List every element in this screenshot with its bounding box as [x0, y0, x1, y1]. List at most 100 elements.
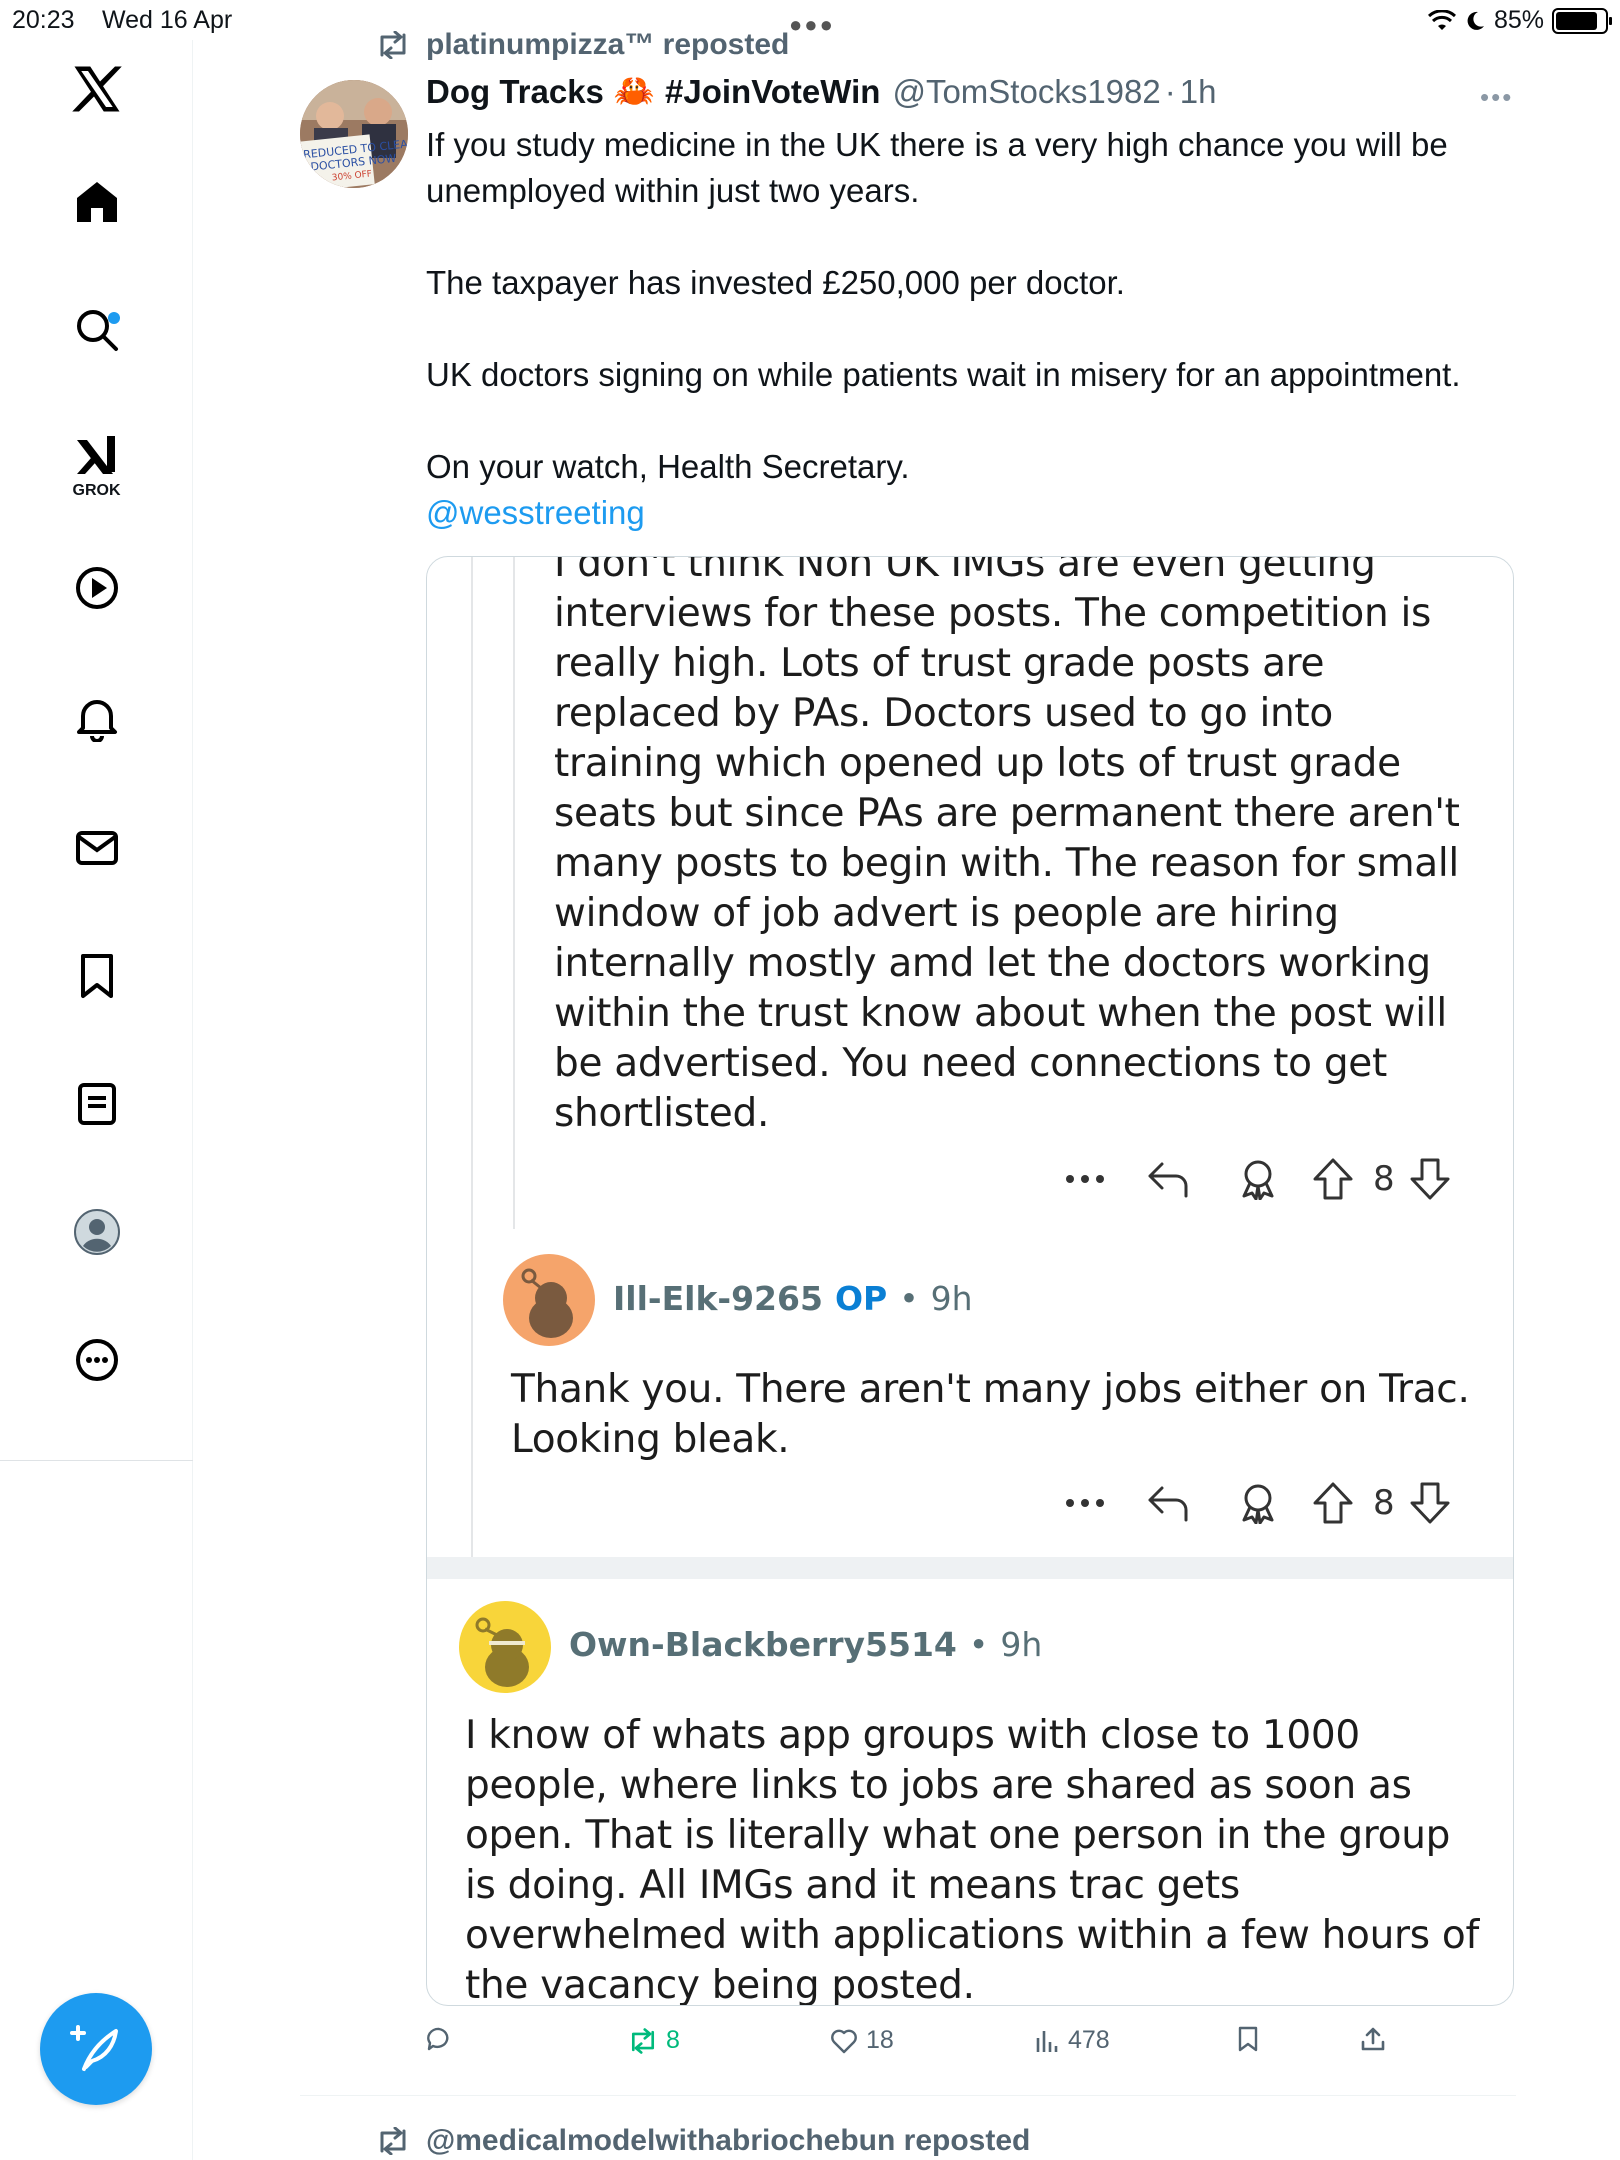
notifications-icon [76, 700, 117, 742]
thread-line [471, 557, 473, 1557]
battery-percent: 85% [1493, 6, 1544, 34]
author-emoji: 🦀 [613, 72, 656, 109]
comment-line: overwhelmed with applications within a f… [465, 1913, 1479, 1958]
comment-line: really high. Lots of trust grade posts a… [554, 641, 1325, 686]
embedded-image[interactable]: I don't think Non UK IMGs are even getti… [426, 556, 1514, 2006]
mention-link[interactable]: @wesstreeting [426, 490, 1526, 536]
sidebar-item-lists[interactable] [0, 1080, 193, 1128]
grok-icon [76, 436, 115, 474]
downvote-icon[interactable] [1405, 1481, 1455, 1525]
repost-button[interactable]: 8 [628, 2026, 680, 2055]
comment-divider [427, 1557, 1513, 1579]
separator: • [968, 1625, 989, 1664]
comment3-username[interactable]: Own-Blackberry5514 [569, 1625, 957, 1664]
video-icon [75, 567, 118, 609]
more-icon [75, 1339, 118, 1381]
sidebar-item-messages[interactable] [0, 824, 193, 872]
status-indicators: 85% [1427, 6, 1612, 35]
bookmarks-icon [80, 954, 113, 998]
compose-post-button[interactable] [40, 1993, 152, 2105]
comment-line: I don't think Non UK IMGs are even getti… [554, 556, 1376, 586]
reddit-avatar[interactable] [503, 1254, 595, 1346]
comment3-time: 9h [1000, 1625, 1043, 1664]
grok-label: GROK [72, 482, 121, 499]
thread-line [513, 557, 515, 1229]
repost-icon [631, 2027, 655, 2054]
reddit-avatar[interactable] [459, 1601, 551, 1693]
author-tag[interactable]: #JoinVoteWin [665, 73, 880, 111]
like-count: 18 [866, 2026, 894, 2054]
tweet-text-spacer [426, 398, 1526, 444]
tweet-text-spacer [426, 214, 1526, 260]
award-icon[interactable] [1213, 1158, 1303, 1200]
award-icon[interactable] [1213, 1482, 1303, 1524]
share-icon [1361, 2027, 1385, 2051]
comment3-user: Own-Blackberry5514 • 9h [569, 1625, 1042, 1664]
heart-icon [831, 2029, 857, 2053]
tweet-time[interactable]: 1h [1180, 73, 1217, 111]
repost-icon [380, 2127, 406, 2155]
multitasking-dots-icon[interactable]: ●●● [789, 12, 835, 38]
tweet-text-line: unemployed within just two years. [426, 172, 920, 209]
vote-count: 8 [1373, 1159, 1395, 1199]
author-name[interactable]: Dog Tracks [426, 73, 604, 111]
messages-icon [75, 831, 118, 865]
reply-arrow-icon[interactable] [1123, 1160, 1213, 1198]
downvote-icon[interactable] [1405, 1157, 1455, 1201]
comment-line: the vacancy being posted. [465, 1963, 975, 2006]
views-icon [1036, 2030, 1058, 2052]
sidebar-item-profile[interactable] [0, 1208, 193, 1256]
sidebar-nav: GROK [0, 40, 193, 2160]
views-button[interactable]: 478 [1034, 2026, 1110, 2055]
comment-line: many posts to begin with. The reason for… [554, 841, 1459, 886]
tweet-text-line: On your watch, Health Secretary. [426, 448, 910, 485]
bookmark-icon [1238, 2026, 1258, 2052]
like-button[interactable]: 18 [830, 2026, 894, 2055]
views-count: 478 [1068, 2026, 1110, 2054]
comment-line: interviews for these posts. The competit… [554, 591, 1432, 636]
reply-button[interactable] [426, 2026, 460, 2052]
lists-icon [77, 1083, 116, 1125]
author-handle[interactable]: @TomStocks1982 [892, 73, 1160, 111]
sidebar-item-video[interactable] [0, 564, 193, 612]
upvote-icon[interactable] [1303, 1481, 1363, 1525]
next-repost-indicator[interactable]: @medicalmodelwithabriochebun reposted [376, 2124, 1030, 2158]
moon-icon [1467, 11, 1484, 30]
comment-more-icon[interactable] [1047, 1498, 1123, 1508]
vote-count: 8 [1373, 1483, 1395, 1523]
comment1-text: I don't think Non UK IMGs are even getti… [554, 556, 1460, 1139]
author-avatar[interactable]: REDUCED TO CLEAN DOCTORS NOW 30% OFF [300, 80, 408, 188]
sidebar-item-home[interactable] [0, 178, 193, 324]
tweet-more-icon[interactable]: ••• [1480, 82, 1513, 113]
upvote-icon[interactable] [1303, 1157, 1363, 1201]
comment-line: within the trust know about when the pos… [554, 991, 1447, 1036]
sidebar-item-more[interactable] [0, 1336, 193, 1384]
share-button[interactable] [1360, 2026, 1386, 2052]
comment1-actions: 8 [1047, 1157, 1455, 1201]
comment3-text: I know of whats app groups with close to… [465, 1711, 1479, 2006]
sidebar-item-search[interactable] [0, 306, 193, 354]
reply-arrow-icon[interactable] [1123, 1484, 1213, 1522]
next-repost-by-label: @medicalmodelwithabriochebun reposted [426, 2124, 1031, 2157]
repost-indicator[interactable]: platinumpizza™ reposted [376, 28, 789, 62]
search-icon [76, 310, 118, 351]
tweet-header: Dog Tracks 🦀 #JoinVoteWin @TomStocks1982… [426, 72, 1216, 111]
home-icon [76, 182, 117, 222]
comment-line: Thank you. There aren't many jobs either… [511, 1367, 1470, 1412]
tweet-text: If you study medicine in the UK there is… [426, 122, 1526, 536]
bookmark-button[interactable] [1236, 2026, 1260, 2052]
repost-count: 8 [666, 2026, 680, 2054]
x-logo-icon[interactable] [0, 62, 193, 116]
comment-line: replaced by PAs. Doctors used to go into [554, 691, 1333, 736]
sidebar-item-grok[interactable]: GROK [0, 432, 193, 500]
comment2-username[interactable]: Ill-Elk-9265 [613, 1279, 823, 1318]
op-badge: OP [834, 1279, 888, 1318]
comment-more-icon[interactable] [1047, 1174, 1123, 1184]
comment-line: I know of whats app groups with close to… [465, 1713, 1360, 1758]
comment-line: open. That is literally what one person … [465, 1813, 1451, 1858]
compose-post-icon [70, 2025, 118, 2071]
battery-icon [1552, 7, 1612, 34]
sidebar-item-bookmarks[interactable] [0, 952, 193, 1000]
repost-by-label: platinumpizza™ reposted [426, 28, 790, 61]
sidebar-item-notifications[interactable] [0, 694, 193, 742]
